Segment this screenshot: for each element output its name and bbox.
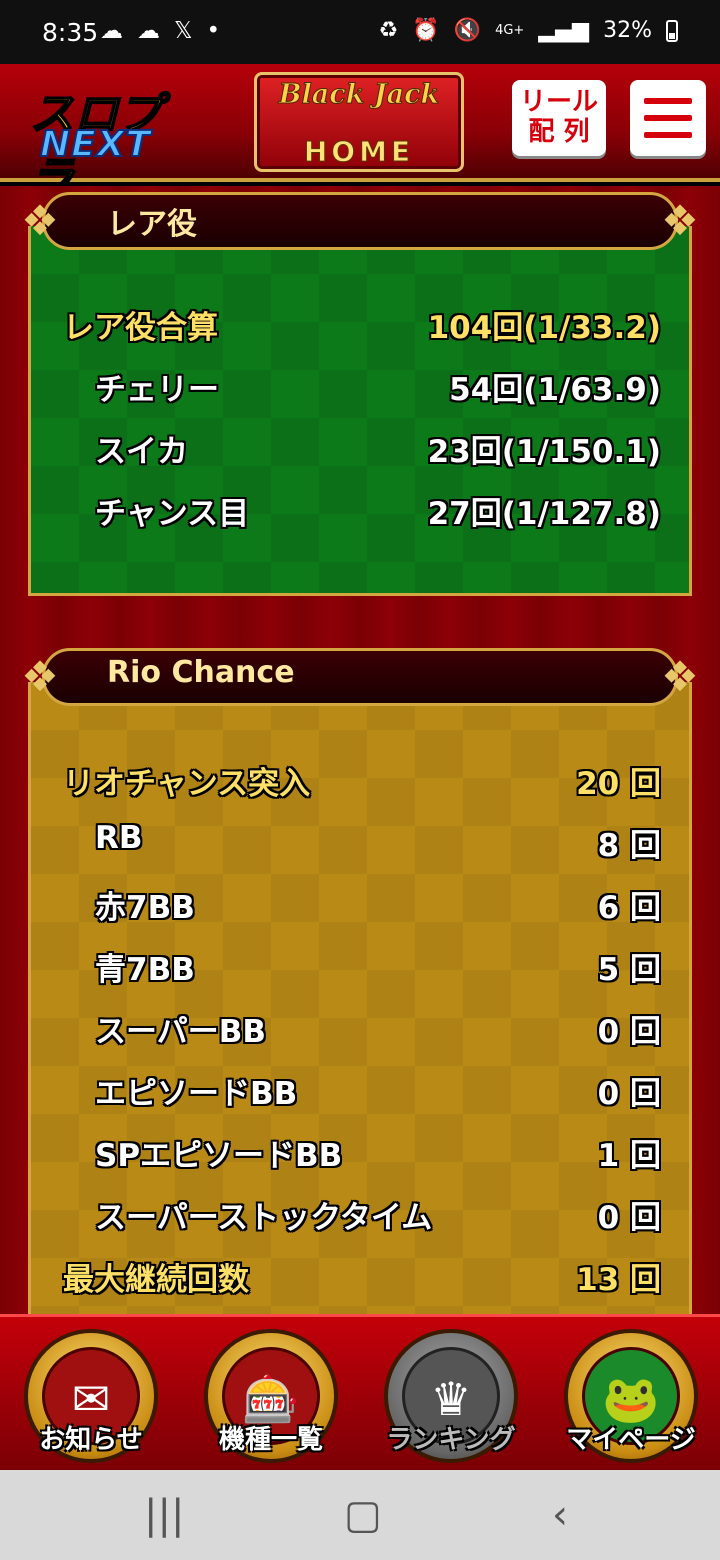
app-logo[interactable]: スロプラ NEXT [29,74,180,205]
rio-chance-panel: リオチャンス突入 20 回 RB 8 回 赤7BB 6 回 青7BB 5 回 ス… [12,642,708,1314]
system-navigation-bar: ||| ▢ ‹ [0,1470,720,1560]
home-label: HOME [303,135,415,169]
ornament-icon: ❖ [661,196,699,245]
signal-icon: ▂▄▆ [538,18,590,43]
nav-ranking[interactable]: ♛ ランキング [384,1329,518,1463]
table-row: RB 8 回 [95,820,661,864]
section-title: Rio Chance [107,655,295,690]
recents-icon[interactable]: ||| [144,1492,184,1538]
table-row: 赤7BB 6 回 [95,890,661,926]
crown-icon: ♛ [430,1372,472,1426]
table-row: 最大継続回数 13 回 [63,1262,661,1298]
table-row: チャンス目 27回(1/127.8) [95,496,661,532]
nav-mypage[interactable]: 🐸 マイページ [564,1329,698,1463]
section-header: ❖ ❖ レア役 [12,186,708,256]
battery-percent: 32% [603,18,652,43]
ornament-icon: ❖ [661,652,699,701]
home-icon[interactable]: ▢ [344,1492,382,1538]
rio-chance-table: リオチャンス突入 20 回 RB 8 回 赤7BB 6 回 青7BB 5 回 ス… [28,682,692,1314]
home-button[interactable]: Black Jack HOME [254,72,464,172]
blackjack-logo: Black Jack [278,79,440,110]
section-title: レア役 [107,207,197,242]
battery-icon [666,19,678,42]
cloud-icon: ☁ [137,18,160,44]
battery-saver-icon: ♻ [378,18,399,43]
rare-role-panel: レア役合算 104回(1/33.2) チェリー 54回(1/63.9) スイカ … [12,186,708,602]
main-content: レア役合算 104回(1/33.2) チェリー 54回(1/63.9) スイカ … [0,186,720,1314]
table-row: SPエピソードBB 1 回 [95,1138,661,1174]
network-type: 4G+ [495,23,525,38]
app-header: スロプラ NEXT Black Jack HOME リール 配 列 [0,64,720,205]
table-row: 青7BB 5 回 [95,952,661,988]
table-row: エピソードBB 0 回 [95,1076,661,1112]
x-logo-icon: 𝕏 [174,18,193,44]
reel-layout-button[interactable]: リール 配 列 [512,80,606,156]
bottom-nav: ✉ お知らせ 🎰 機種一覧 ♛ ランキング 🐸 マイページ [0,1314,720,1470]
table-row: チェリー 54回(1/63.9) [95,372,661,408]
alarm-icon: ⏰ [412,18,440,43]
nav-machine-list[interactable]: 🎰 機種一覧 [204,1329,338,1463]
table-row: リオチャンス突入 20 回 [63,766,661,802]
back-icon[interactable]: ‹ [552,1492,568,1538]
table-row: スーパーストックタイム 0 回 [95,1200,661,1236]
status-time: 8:35 [42,18,99,47]
hamburger-menu-icon[interactable] [630,80,706,156]
table-row: スイカ 23回(1/150.1) [95,434,661,470]
nav-news[interactable]: ✉ お知らせ [24,1329,158,1463]
letter-icon: ✉ [71,1372,111,1426]
table-row: スーパーBB 0 回 [95,1014,661,1050]
section-header: ❖ ❖ Rio Chance [12,642,708,712]
ornament-icon: ❖ [21,652,59,701]
cloud-sync-icon: ☁ [100,18,123,44]
mute-icon: 🔇 [453,18,482,43]
dot-icon: • [206,18,221,44]
ornament-icon: ❖ [21,196,59,245]
status-bar: 8:35 ☁ ☁ 𝕏 • ♻ ⏰ 🔇 4G+ ▂▄▆ 32% [0,0,720,64]
rare-role-table: レア役合算 104回(1/33.2) チェリー 54回(1/63.9) スイカ … [28,226,692,596]
table-row: レア役合算 104回(1/33.2) [63,310,661,346]
